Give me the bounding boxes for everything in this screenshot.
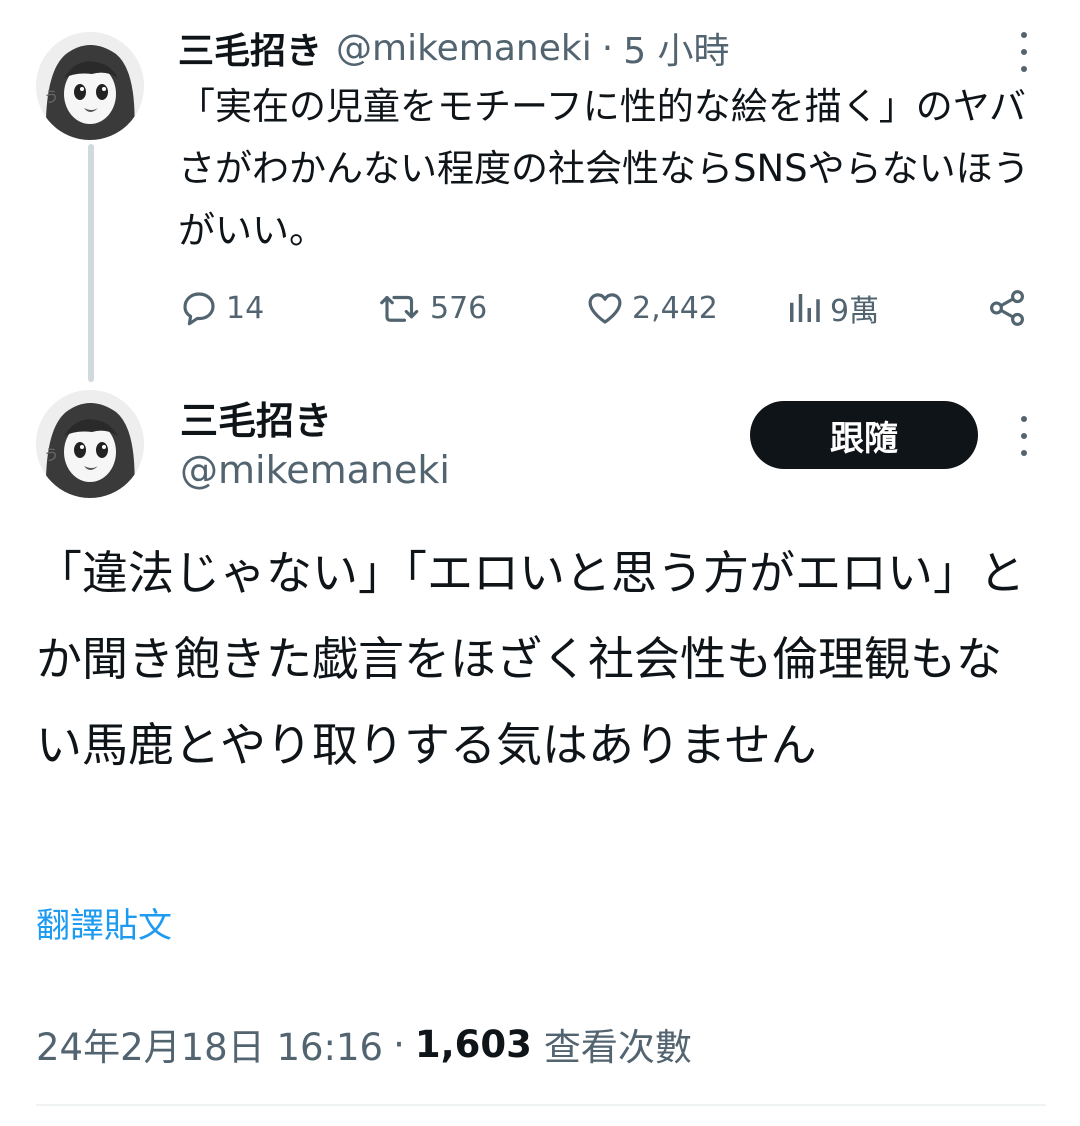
views-bar-icon <box>790 294 820 322</box>
reply-button[interactable]: 14 <box>178 280 264 336</box>
retweet-button[interactable]: 576 <box>378 280 487 336</box>
views-label: 查看次數 <box>543 1026 692 1069</box>
share-icon <box>990 290 1024 326</box>
author-name[interactable]: 三毛招き <box>180 390 332 445</box>
heart-icon <box>588 293 622 324</box>
tweet-meta: 24年2月18日 16:16 · 1,603 查看次數 <box>36 1016 692 1072</box>
translate-post-link[interactable]: 翻譯貼文 <box>36 898 172 947</box>
tweet-time[interactable]: 5 小時 <box>623 22 729 74</box>
avatar[interactable]: ぅ <box>36 32 144 140</box>
svg-text:ぅ: ぅ <box>42 86 60 107</box>
like-button[interactable]: 2,442 <box>584 280 718 336</box>
author-name[interactable]: 三毛招き <box>178 22 322 74</box>
separator-dot: · <box>601 27 614 69</box>
avatar-image: ぅ <box>36 32 144 140</box>
divider <box>36 1104 1046 1106</box>
views-button[interactable]: 9萬 <box>784 280 879 336</box>
like-count: 2,442 <box>632 290 718 326</box>
views-count: 9萬 <box>830 294 880 329</box>
main-tweet-text: 「違法じゃない」「エロいと思う方がエロい」とか聞き飽きた戯言をほざく社会性も倫理… <box>36 546 1025 772</box>
tweet-date[interactable]: 24年2月18日 16:16 <box>36 1017 383 1071</box>
reply-count: 14 <box>226 290 265 326</box>
share-button[interactable] <box>986 280 1034 336</box>
tweet-action-bar: 14 576 2,442 9萬 <box>178 280 1038 336</box>
thread-connector-line <box>88 144 94 382</box>
separator-dot: · <box>393 1022 405 1066</box>
retweet-count: 576 <box>430 290 488 326</box>
reply-icon <box>183 292 215 326</box>
views-count: 1,603 <box>414 1022 532 1066</box>
more-vertical-icon[interactable] <box>1018 32 1030 72</box>
follow-button[interactable]: 跟隨 <box>750 401 978 469</box>
retweet-icon <box>380 295 419 322</box>
author-handle[interactable]: @mikemaneki <box>180 448 450 492</box>
avatar-image: ぅ <box>36 390 144 498</box>
parent-tweet-header: 三毛招き @mikemaneki · 5 小時 <box>178 20 730 76</box>
parent-tweet-text: 「実在の児童をモチーフに性的な絵を描く」のヤバさがわかんない程度の社会性ならSN… <box>178 85 1030 252</box>
more-vertical-icon[interactable] <box>1018 416 1030 456</box>
avatar[interactable]: ぅ <box>36 390 144 498</box>
svg-text:ぅ: ぅ <box>42 444 60 465</box>
author-handle[interactable]: @mikemaneki <box>336 28 592 69</box>
